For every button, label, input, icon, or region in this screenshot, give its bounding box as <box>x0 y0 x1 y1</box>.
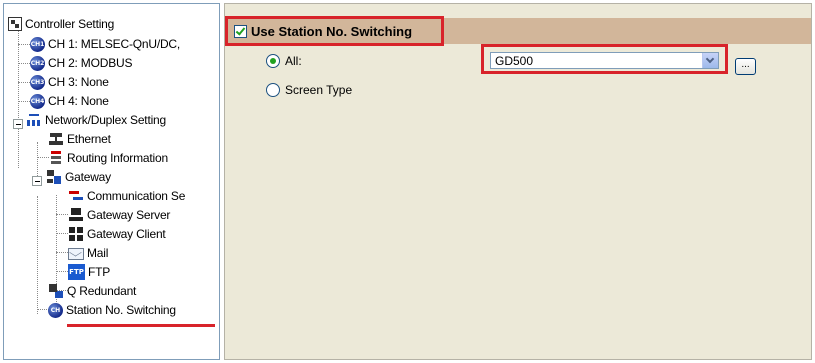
network-icon <box>26 112 42 128</box>
tree-line <box>18 28 19 168</box>
tree-item-ch2[interactable]: CH2 CH 2: MODBUS <box>30 54 132 72</box>
communication-icon <box>68 188 84 204</box>
routing-icon <box>48 150 64 166</box>
tree-item-label: Gateway <box>65 170 111 184</box>
ch3-icon: CH3 <box>30 74 45 90</box>
tree-item-q-redundant[interactable]: Q Redundant <box>48 282 136 300</box>
tree-line <box>37 196 38 314</box>
ch1-icon: CH1 <box>30 36 45 52</box>
radio-all-label: All: <box>285 54 302 68</box>
tree-item-label: Routing Information <box>67 151 168 165</box>
ethernet-icon <box>48 131 64 147</box>
tree-item-label: CH 1: MELSEC-QnU/DC, <box>48 37 181 51</box>
tree-item-ch3[interactable]: CH3 CH 3: None <box>30 73 109 91</box>
tree-item-label: Station No. Switching <box>66 303 176 317</box>
ftp-icon: FTP <box>68 264 85 280</box>
tree-item-ethernet[interactable]: Ethernet <box>48 130 111 148</box>
tree-item-label: FTP <box>88 265 111 279</box>
tree-item-label: Q Redundant <box>67 284 137 298</box>
tree-item-label: CH 4: None <box>48 94 109 108</box>
tree-item-station-switching[interactable]: CH Station No. Switching <box>48 301 176 319</box>
tree-item-label: Gateway Client <box>87 227 166 241</box>
radio-selected-icon[interactable] <box>266 54 280 68</box>
tree-item-ch4[interactable]: CH4 CH 4: None <box>30 92 109 110</box>
gateway-icon <box>46 169 62 185</box>
tree-item-gateway-server[interactable]: Gateway Server <box>68 206 170 224</box>
chevron-down-icon[interactable] <box>702 53 718 68</box>
use-station-switching-label: Use Station No. Switching <box>251 23 413 39</box>
use-station-switching-checkbox[interactable]: Use Station No. Switching <box>225 16 444 46</box>
tree-line <box>56 214 68 215</box>
station-combo-highlight: GD500 <box>481 44 728 74</box>
controller-icon <box>8 17 22 31</box>
collapse-network-toggle[interactable] <box>13 119 23 129</box>
settings-panel: Use Station No. Switching All: Screen Ty… <box>224 3 812 360</box>
tree-line <box>18 101 30 102</box>
tree-item-label: CH 3: None <box>48 75 109 89</box>
ch4-icon: CH4 <box>30 93 45 109</box>
tree-item-label: Communication Se <box>87 189 186 203</box>
tree-item-network-duplex[interactable]: Network/Duplex Setting <box>26 111 166 129</box>
radio-screen-type-label: Screen Type <box>285 83 353 97</box>
tree-line <box>18 63 30 64</box>
tree-line <box>56 233 68 234</box>
settings-tree[interactable]: Controller Setting CH1 CH 1: MELSEC-QnU/… <box>3 3 220 360</box>
selection-highlight <box>67 324 215 327</box>
q-redundant-icon <box>48 283 64 299</box>
station-combo[interactable]: GD500 <box>490 52 719 69</box>
browse-button[interactable]: ... <box>735 58 756 75</box>
tree-item-label: Controller Setting <box>25 17 115 31</box>
tree-item-communication[interactable]: Communication Se <box>68 187 185 205</box>
tree-line <box>56 271 68 272</box>
tree-item-ftp[interactable]: FTP FTP <box>68 263 110 281</box>
tree-line <box>56 252 68 253</box>
tree-line <box>18 82 30 83</box>
radio-screen-type[interactable]: Screen Type <box>266 83 352 97</box>
tree-item-routing[interactable]: Routing Information <box>48 149 168 167</box>
combo-value: GD500 <box>495 54 534 68</box>
tree-item-gateway[interactable]: Gateway <box>46 168 111 186</box>
tree-item-label: Mail <box>87 246 109 260</box>
station-switching-icon: CH <box>48 302 63 318</box>
tree-item-gateway-client[interactable]: Gateway Client <box>68 225 166 243</box>
tree-line <box>18 44 30 45</box>
ch2-icon: CH2 <box>30 55 45 71</box>
tree-item-mail[interactable]: Mail <box>68 244 108 262</box>
tree-item-controller-setting[interactable]: Controller Setting <box>8 15 114 33</box>
mail-icon <box>68 248 84 260</box>
radio-unselected-icon[interactable] <box>266 83 280 97</box>
collapse-gateway-toggle[interactable] <box>32 176 42 186</box>
tree-item-label: Network/Duplex Setting <box>45 113 166 127</box>
checkbox-checked-icon[interactable] <box>234 24 247 38</box>
gateway-client-icon <box>68 226 84 242</box>
radio-all[interactable]: All: <box>266 54 302 68</box>
tree-item-label: Gateway Server <box>87 208 171 222</box>
tree-item-label: CH 2: MODBUS <box>48 56 133 70</box>
gateway-server-icon <box>68 207 84 223</box>
tree-item-label: Ethernet <box>67 132 111 146</box>
tree-item-ch1[interactable]: CH1 CH 1: MELSEC-QnU/DC, <box>30 35 180 53</box>
